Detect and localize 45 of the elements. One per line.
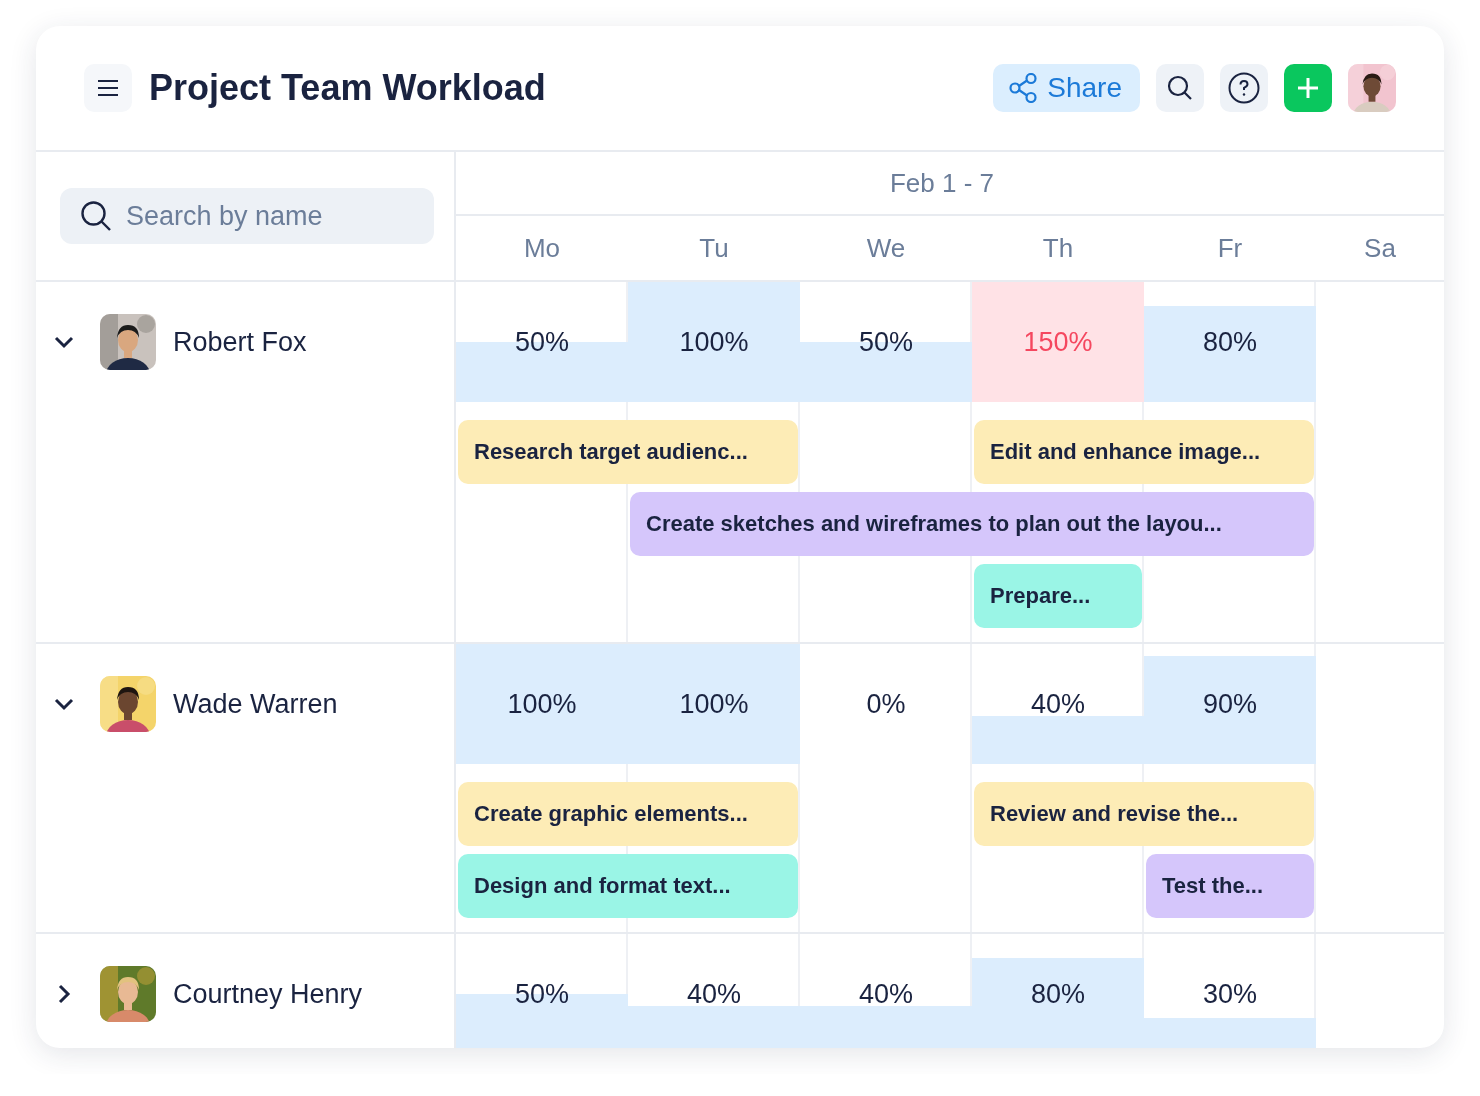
day-label: We (865, 231, 907, 265)
workload-percent: 100% (679, 688, 749, 720)
workload-percent: 40% (686, 978, 741, 1010)
workload-percent: 40% (858, 978, 913, 1010)
day-label: Th (1041, 231, 1075, 265)
workload-percent: 100% (679, 326, 749, 358)
help-button[interactable] (1220, 64, 1268, 112)
person-name: Robert Fox (173, 326, 307, 358)
menu-button[interactable] (84, 64, 132, 112)
task-bar[interactable]: Create sketches and wireframes to plan out the layou... (630, 492, 1314, 556)
day-label: Sa (1363, 231, 1397, 265)
search-field[interactable]: Search by name (60, 188, 434, 244)
help-icon (1228, 72, 1260, 104)
workload-percent: 30% (1202, 978, 1257, 1010)
menu-icon (97, 79, 119, 97)
workload-percent: 80% (1202, 326, 1257, 358)
share-icon (1009, 73, 1038, 103)
task-bar[interactable]: Research target audienc... (458, 420, 798, 484)
task-bar[interactable]: Test the... (1146, 854, 1314, 918)
workload-percent: 150% (1023, 326, 1093, 358)
share-button[interactable]: Share (993, 64, 1140, 112)
task-bar[interactable]: Review and revise the... (974, 782, 1314, 846)
plus-icon (1297, 77, 1319, 99)
task-bar[interactable]: Design and format text... (458, 854, 798, 918)
day-label: Fr (1216, 231, 1244, 265)
search-icon (1167, 75, 1193, 101)
day-label: Mo (522, 231, 562, 265)
person-name: Courtney Henry (173, 978, 363, 1010)
workload-percent: 50% (514, 326, 569, 358)
person-name: Wade Warren (173, 688, 338, 720)
workload-percent: 50% (858, 326, 913, 358)
day-label: Tu (698, 231, 730, 265)
workload-percent: 90% (1202, 688, 1257, 720)
workload-percent: 40% (1030, 688, 1085, 720)
workload-percent: 80% (1030, 978, 1085, 1010)
search-button[interactable] (1156, 64, 1204, 112)
task-bar[interactable]: Create graphic elements... (458, 782, 798, 846)
workload-percent: 50% (514, 978, 569, 1010)
workload-percent: 0% (866, 688, 906, 720)
task-bar[interactable]: Prepare... (974, 564, 1142, 628)
week-range: Feb 1 - 7 (889, 167, 995, 199)
page-title: Project Team Workload (149, 67, 547, 109)
workload-percent: 100% (507, 688, 577, 720)
task-bar[interactable]: Edit and enhance image... (974, 420, 1314, 484)
search-icon (80, 200, 112, 232)
